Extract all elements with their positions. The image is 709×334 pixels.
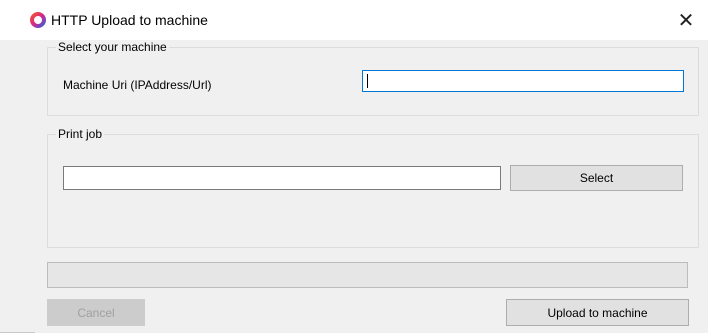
machine-uri-label: Machine Uri (IPAddress/Url) [63, 78, 212, 92]
cancel-button[interactable]: Cancel [47, 299, 145, 326]
dialog-body: Select your machine Machine Uri (IPAddre… [35, 40, 708, 333]
print-job-legend: Print job [58, 127, 103, 141]
text-caret [367, 74, 368, 88]
app-ring-icon [30, 12, 46, 28]
close-icon: ✕ [677, 8, 695, 32]
machine-uri-input[interactable] [362, 70, 684, 92]
select-button[interactable]: Select [510, 165, 683, 191]
upload-progress-bar [47, 262, 688, 288]
title-bar: HTTP Upload to machine ✕ [0, 0, 708, 40]
close-button[interactable]: ✕ [664, 0, 708, 40]
upload-dialog: HTTP Upload to machine ✕ Select your mac… [0, 0, 708, 333]
print-job-input[interactable] [63, 166, 501, 190]
window-title: HTTP Upload to machine [51, 12, 208, 28]
upload-button[interactable]: Upload to machine [506, 299, 689, 326]
machine-group-legend: Select your machine [58, 40, 167, 54]
